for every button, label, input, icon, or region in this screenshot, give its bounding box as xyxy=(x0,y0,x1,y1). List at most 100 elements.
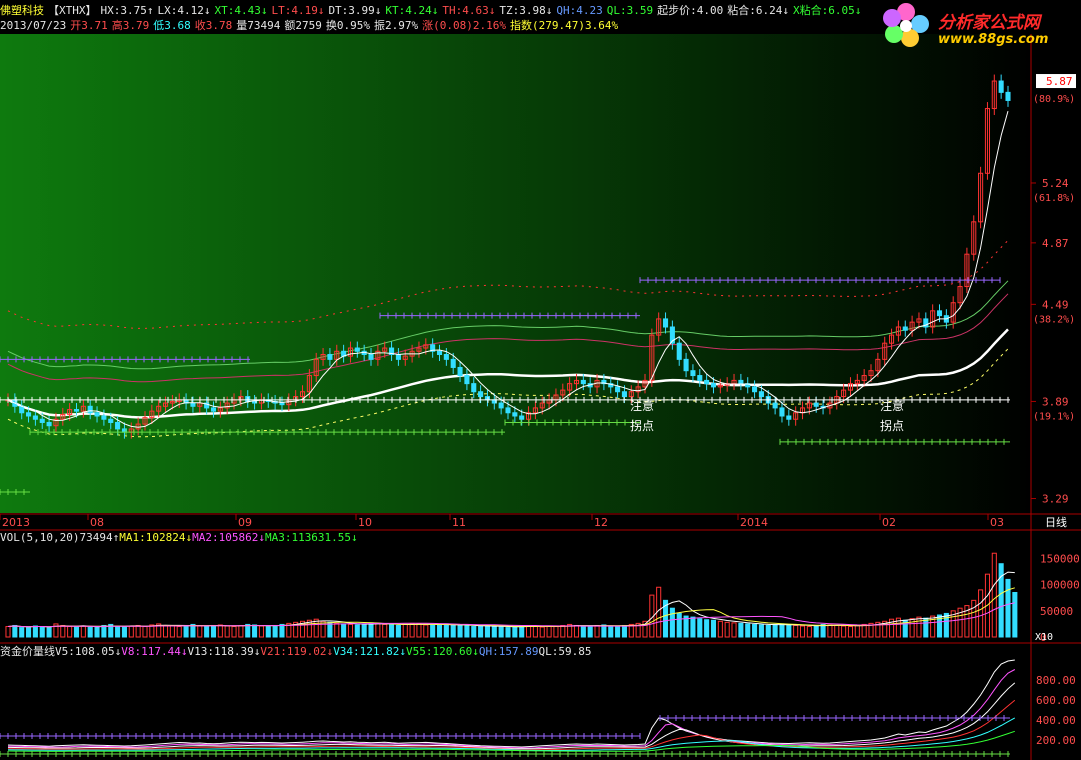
logo-name: 分析家公式网 xyxy=(938,13,1040,33)
candle-body xyxy=(786,415,792,420)
volume-bar xyxy=(793,624,799,638)
volume-bar xyxy=(272,624,278,638)
candle-body xyxy=(1005,91,1011,101)
ohlc-field-0: 2013/07/23 xyxy=(0,19,67,32)
volume-bar xyxy=(258,625,264,638)
ohlc-field-2: 高3.79 xyxy=(111,19,150,32)
fund-field-7: QH:157.89 xyxy=(478,645,539,658)
volume-bar xyxy=(252,624,258,638)
candle-body xyxy=(87,405,93,414)
volume-bar xyxy=(621,624,627,638)
volume-bar xyxy=(389,624,395,638)
volume-bar xyxy=(539,626,545,638)
time-label: 03 xyxy=(990,516,1004,529)
ohlc-field-4: 收3.78 xyxy=(194,19,233,32)
candle-body xyxy=(210,407,217,412)
volume-bar xyxy=(279,623,285,638)
indicator-9: TZ:3.98↓ xyxy=(499,4,553,17)
candle-body xyxy=(758,391,764,398)
logo-url: www.88gs.com xyxy=(938,32,1049,47)
volume-bar xyxy=(224,625,230,638)
candle-body xyxy=(498,402,504,409)
volume-bar xyxy=(478,624,484,638)
vol-unit-label: X10 xyxy=(1035,632,1053,643)
fund-field-5: V34:121.82↓ xyxy=(333,645,407,658)
candle-body xyxy=(464,375,470,385)
volume-bar xyxy=(67,626,73,638)
volume-bar xyxy=(423,624,429,638)
annotation-line1: 注意 xyxy=(880,398,904,413)
volume-bar xyxy=(115,626,121,638)
vol-tick-label: 50000 xyxy=(1040,605,1073,618)
candle-body xyxy=(443,354,449,360)
indicator-6: DT:3.99↓ xyxy=(328,4,382,17)
volume-bar xyxy=(135,624,141,638)
volume-bar xyxy=(820,623,826,638)
volume-bar xyxy=(430,624,436,638)
candle-body xyxy=(621,391,627,398)
volume-bar xyxy=(217,624,223,638)
volume-ma-5 xyxy=(7,571,1015,628)
volume-bar xyxy=(197,625,203,638)
candle-body xyxy=(395,354,401,360)
volume-bar xyxy=(827,624,833,638)
volume-bar xyxy=(341,623,347,638)
ohlc-field-6: 额2759 xyxy=(284,19,322,32)
fund-tick-label: 200.00 xyxy=(1036,734,1076,747)
time-label: 日线 xyxy=(1045,515,1067,529)
volume-bar xyxy=(238,624,244,638)
volume-bar xyxy=(450,624,456,638)
volume-bar xyxy=(471,626,477,638)
site-logo[interactable]: 分析家公式网 www.88gs.com xyxy=(880,2,1080,50)
indicator-3: LX:4.12↓ xyxy=(157,4,211,17)
fund-field-0: 资金价量线 xyxy=(0,645,55,658)
volume-bar xyxy=(491,626,497,638)
volume-bar xyxy=(978,589,984,638)
candle-body xyxy=(662,318,669,328)
volume-bar xyxy=(1005,578,1011,638)
volume-bar xyxy=(690,616,696,638)
candle-body xyxy=(697,375,703,381)
volume-bar xyxy=(46,627,52,638)
volume-bar xyxy=(94,627,100,638)
volume-bar xyxy=(841,625,847,638)
indicator-4: XT:4.43↓ xyxy=(214,4,268,17)
candle-body xyxy=(39,418,45,423)
fund-field-1: V5:108.05↓ xyxy=(55,645,122,658)
candle-body xyxy=(752,386,758,393)
time-label: 02 xyxy=(882,516,896,529)
volume-header: VOL(5,10,20)73494↑MA1:102824↓MA2:105862↓… xyxy=(0,531,358,545)
volume-bar xyxy=(608,625,614,638)
vol-field-3: MA2:105862↓ xyxy=(192,531,265,544)
candle-body xyxy=(94,412,100,417)
indicator-13: 粘合:6.24↓ xyxy=(727,4,789,17)
candle-body xyxy=(101,415,107,420)
volume-bar xyxy=(512,626,518,638)
volume-ma-20 xyxy=(7,602,1015,628)
candle-body xyxy=(813,402,819,407)
volume-bar xyxy=(210,624,217,638)
annotation-line2: 拐点 xyxy=(880,418,904,433)
indicator-10: QH:4.23 xyxy=(556,4,603,17)
volume-bar xyxy=(916,616,922,638)
volume-bar xyxy=(354,624,360,638)
current-price-label: 5.87 xyxy=(1046,75,1073,88)
volume-bar xyxy=(998,563,1004,638)
fund-field-3: V13:118.39↓ xyxy=(187,645,261,658)
volume-bar xyxy=(1012,592,1018,638)
price-pct-label: (19.1%) xyxy=(1033,411,1075,422)
time-label: 12 xyxy=(594,516,608,529)
candle-body xyxy=(73,409,80,412)
volume-bar xyxy=(101,624,107,638)
volume-bar xyxy=(395,624,401,638)
volume-layer: 150000100000500000X10 xyxy=(5,552,1080,644)
candle-body xyxy=(902,326,908,331)
volume-bar xyxy=(183,624,189,638)
volume-bar xyxy=(519,625,525,638)
volume-bar xyxy=(176,626,182,638)
ohlc-field-3: 低3.68 xyxy=(153,19,191,32)
volume-bar xyxy=(526,624,532,638)
fund-line-5 xyxy=(7,682,1016,750)
candle-body xyxy=(471,383,477,393)
candle-body xyxy=(46,421,52,427)
